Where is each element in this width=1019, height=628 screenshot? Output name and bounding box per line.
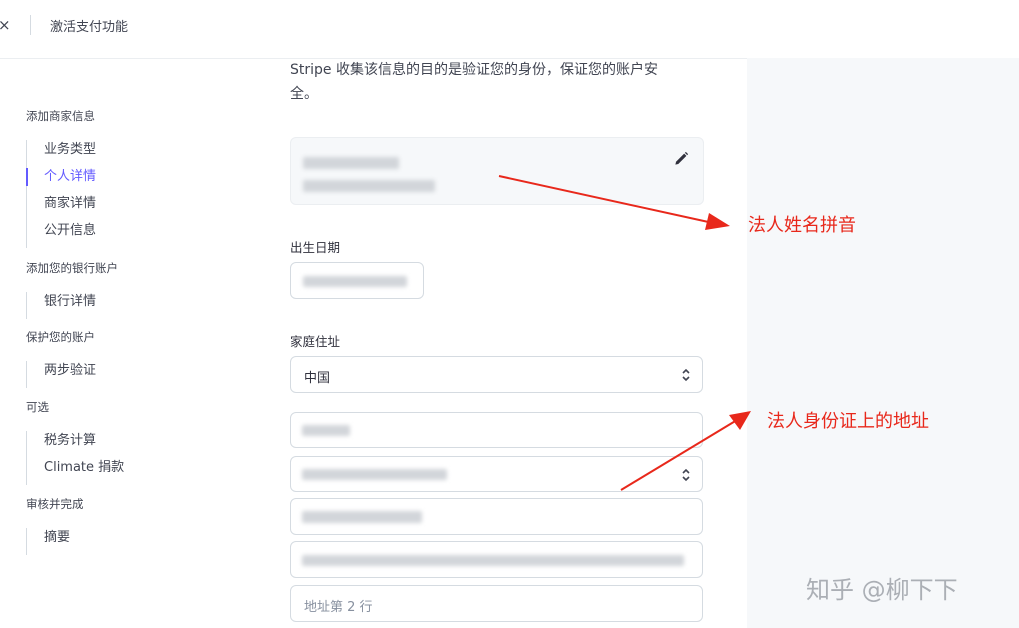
arrow-to-name-note	[498, 175, 714, 224]
arrowhead-name	[705, 213, 730, 230]
annotation-arrows	[498, 175, 751, 491]
annotation-address-note: 法人身份证上的地址	[767, 411, 929, 432]
arrow-to-address-note	[620, 419, 738, 491]
arrowhead-address	[729, 411, 751, 430]
watermark: 知乎 @柳下下	[806, 576, 958, 604]
annotation-name-note: 法人姓名拼音	[748, 215, 856, 236]
